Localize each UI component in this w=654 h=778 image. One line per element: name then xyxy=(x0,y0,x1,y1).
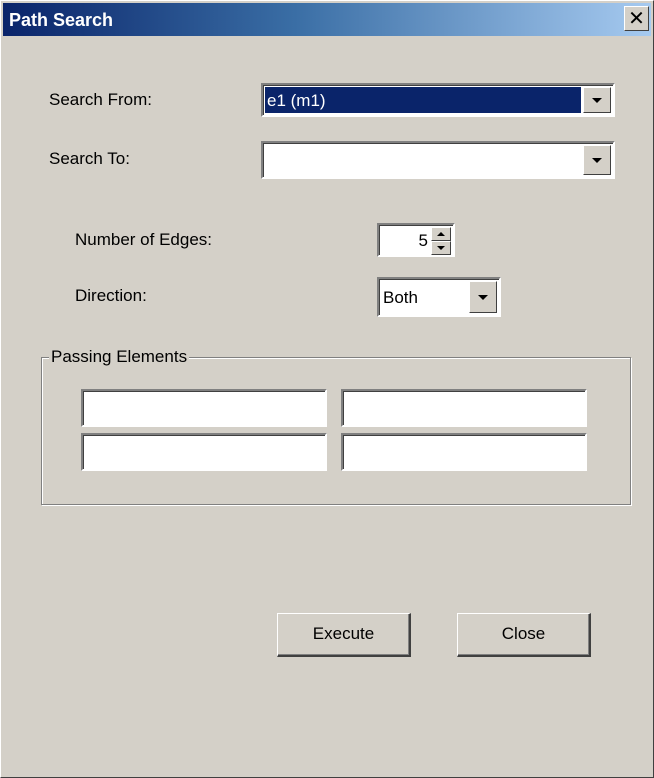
chevron-down-icon xyxy=(592,158,602,163)
search-to-combobox[interactable] xyxy=(261,141,615,179)
passing-element-field-3[interactable] xyxy=(81,433,327,471)
path-search-dialog: Path Search ✕ Search From: e1 (m1) Searc… xyxy=(0,0,654,778)
direction-dropdown-button[interactable] xyxy=(469,281,497,313)
edges-increment-button[interactable] xyxy=(431,227,451,241)
direction-select[interactable]: Both xyxy=(377,277,501,317)
title-bar[interactable]: Path Search ✕ xyxy=(3,3,651,36)
edges-label: Number of Edges: xyxy=(75,230,213,249)
search-to-dropdown-button[interactable] xyxy=(583,145,611,175)
window-title: Path Search xyxy=(9,10,114,30)
direction-label: Direction: xyxy=(75,286,147,305)
close-icon: ✕ xyxy=(628,6,645,30)
direction-value: Both xyxy=(383,288,418,307)
close-button[interactable]: Close xyxy=(457,613,591,657)
passing-element-field-4[interactable] xyxy=(341,433,587,471)
search-to-label: Search To: xyxy=(49,149,130,168)
passing-elements-group xyxy=(41,357,631,505)
passing-element-field-1[interactable] xyxy=(81,389,327,427)
chevron-up-icon xyxy=(437,232,445,236)
chevron-down-icon xyxy=(478,295,488,300)
search-from-combobox[interactable]: e1 (m1) xyxy=(261,83,615,117)
search-from-value: e1 (m1) xyxy=(265,87,581,113)
edges-spinner[interactable]: 5 xyxy=(377,223,455,257)
passing-element-field-2[interactable] xyxy=(341,389,587,427)
edges-decrement-button[interactable] xyxy=(431,241,451,255)
chevron-down-icon xyxy=(592,98,602,103)
close-window-button[interactable]: ✕ xyxy=(624,6,649,31)
passing-elements-legend: Passing Elements xyxy=(49,347,190,367)
edges-value: 5 xyxy=(418,231,428,250)
search-to-value xyxy=(265,145,581,175)
search-from-label: Search From: xyxy=(49,90,152,109)
search-from-dropdown-button[interactable] xyxy=(583,87,611,113)
chevron-down-icon xyxy=(437,246,445,250)
execute-button[interactable]: Execute xyxy=(277,613,411,657)
